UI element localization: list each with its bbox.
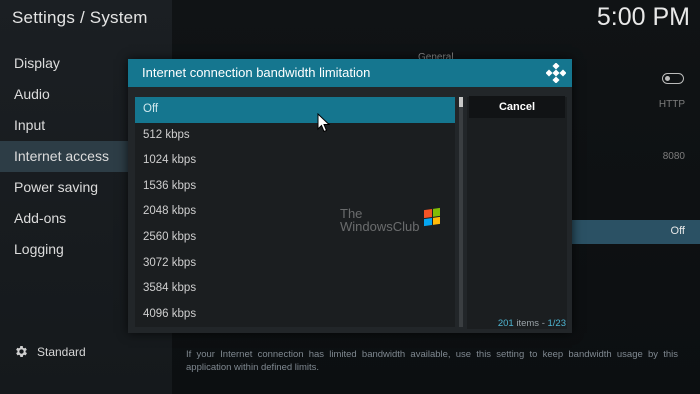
scrollbar-thumb[interactable] xyxy=(459,97,463,107)
watermark: The WindowsClub xyxy=(340,207,419,233)
list-item[interactable]: Off xyxy=(135,97,455,123)
watermark-line-2: WindowsClub xyxy=(340,219,420,234)
list-item[interactable]: 1536 kbps xyxy=(135,174,455,200)
mouse-cursor-icon xyxy=(317,113,331,133)
cancel-button[interactable]: Cancel xyxy=(469,96,565,118)
settings-level-button[interactable]: Standard xyxy=(14,344,86,359)
dialog-side-panel xyxy=(467,97,567,329)
setting-help-text: If your Internet connection has limited … xyxy=(186,349,678,373)
clock: 5:00 PM xyxy=(596,3,690,31)
proxy-toggle[interactable] xyxy=(662,73,684,84)
list-item[interactable]: 1024 kbps xyxy=(135,148,455,174)
page-indicator: 1/23 xyxy=(547,318,567,329)
list-item[interactable]: 4096 kbps xyxy=(135,302,455,327)
kodi-logo-icon xyxy=(546,63,566,83)
proxy-type-value: HTTP xyxy=(658,99,685,110)
list-item[interactable]: 3072 kbps xyxy=(135,251,455,277)
list-item[interactable]: 3584 kbps xyxy=(135,276,455,302)
bandwidth-dialog: Internet connection bandwidth limitation… xyxy=(128,59,572,333)
item-count: 201 xyxy=(497,318,514,329)
dialog-title: Internet connection bandwidth limitation xyxy=(142,65,371,80)
page-title: Settings / System xyxy=(12,8,148,27)
item-counter: 201 items - 1/23 xyxy=(483,318,566,329)
bandwidth-setting-row[interactable]: Off xyxy=(572,220,700,244)
list-item[interactable]: 512 kbps xyxy=(135,123,455,149)
proxy-port-value: 8080 xyxy=(662,151,685,162)
bandwidth-setting-value: Off xyxy=(670,225,685,237)
gear-icon xyxy=(16,346,27,357)
dialog-header: Internet connection bandwidth limitation xyxy=(128,59,572,87)
settings-level-label: Standard xyxy=(37,344,86,359)
list-scrollbar[interactable] xyxy=(459,97,463,327)
items-word: items - xyxy=(513,318,548,329)
windows-logo-icon xyxy=(424,207,440,227)
